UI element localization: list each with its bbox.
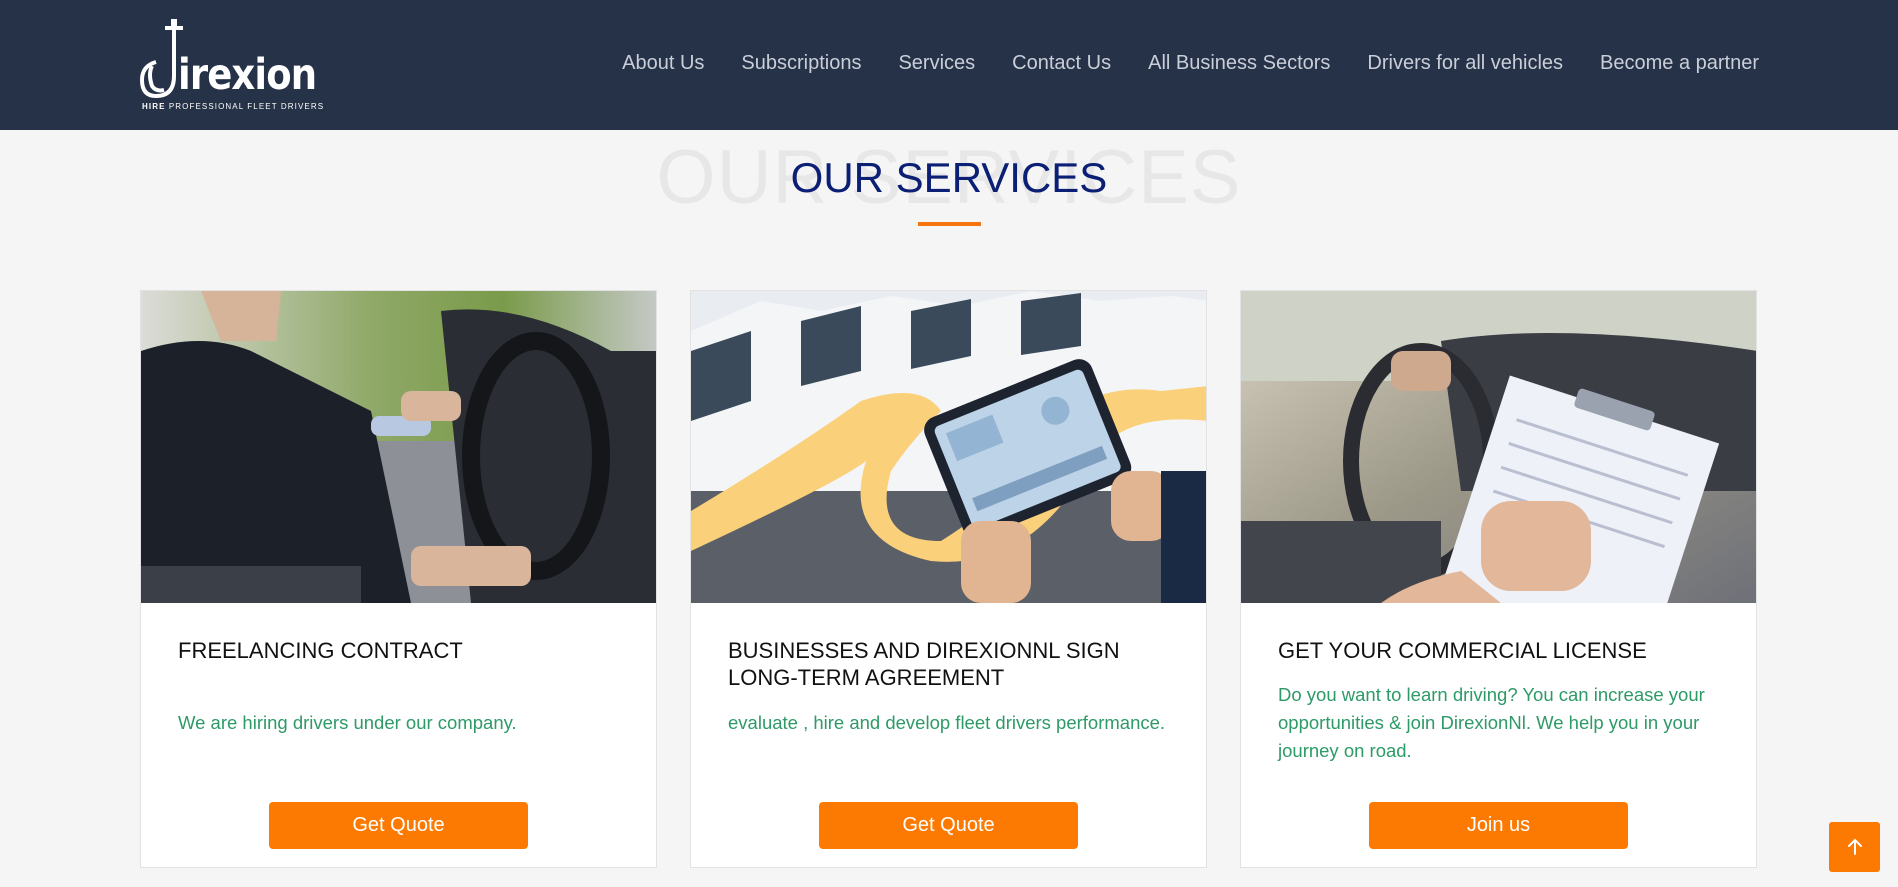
- nav-contact-us[interactable]: Contact Us: [1012, 52, 1111, 75]
- get-quote-button[interactable]: Get Quote: [269, 802, 528, 849]
- title-underline: [918, 222, 981, 226]
- card-description: Do you want to learn driving? You can in…: [1278, 684, 1705, 761]
- card-title: FREELANCING CONTRACT: [178, 638, 463, 663]
- nav-subscriptions[interactable]: Subscriptions: [741, 52, 861, 75]
- service-card-long-term-agreement: BUSINESSES AND DIREXIONNL SIGN LONG-TERM…: [690, 290, 1207, 868]
- scroll-top-button[interactable]: [1829, 822, 1880, 872]
- nav-drivers-all-vehicles[interactable]: Drivers for all vehicles: [1367, 52, 1563, 75]
- nav-business-sectors[interactable]: All Business Sectors: [1148, 52, 1330, 75]
- fleet-tablet-photo: [691, 291, 1206, 603]
- main-nav: About Us Subscriptions Services Contact …: [622, 52, 1759, 75]
- logo-tagline: HIRE PROFESSIONAL FLEET DRIVERS: [142, 102, 325, 111]
- nav-become-partner[interactable]: Become a partner: [1600, 52, 1759, 75]
- card-description: evaluate , hire and develop fleet driver…: [728, 712, 1166, 733]
- section-title: OUR SERVICES: [790, 154, 1108, 201]
- site-header: irexion HIRE PROFESSIONAL FLEET DRIVERS …: [0, 0, 1898, 130]
- card-description: We are hiring drivers under our company.: [178, 712, 517, 733]
- card-title: GET YOUR COMMERCIAL LICENSE: [1278, 638, 1647, 663]
- arrow-up-icon: [1847, 838, 1862, 855]
- logo[interactable]: irexion HIRE PROFESSIONAL FLEET DRIVERS: [138, 16, 323, 116]
- card-title: BUSINESSES AND DIREXIONNL SIGN LONG-TERM…: [728, 638, 1120, 690]
- join-us-button[interactable]: Join us: [1369, 802, 1628, 849]
- driver-photo: [141, 291, 656, 603]
- service-card-commercial-license: GET YOUR COMMERCIAL LICENSE Do you want …: [1240, 290, 1757, 868]
- nav-services[interactable]: Services: [898, 52, 975, 75]
- nav-about-us[interactable]: About Us: [622, 52, 704, 75]
- service-card-freelancing: FREELANCING CONTRACT We are hiring drive…: [140, 290, 657, 868]
- license-photo: [1241, 291, 1756, 603]
- get-quote-button[interactable]: Get Quote: [819, 802, 1078, 849]
- logo-wordmark: irexion: [178, 50, 317, 100]
